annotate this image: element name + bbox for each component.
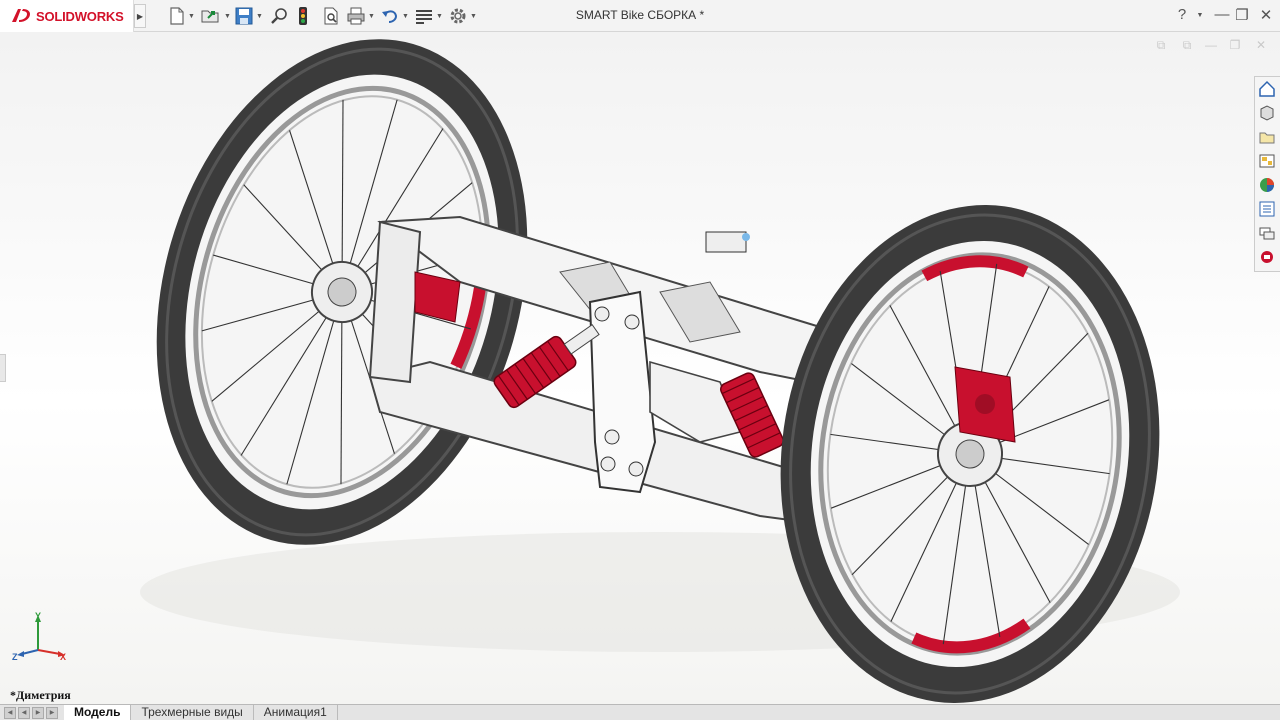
print-button[interactable]: ▼ [346, 5, 375, 27]
left-wheel [156, 39, 528, 545]
save-icon [235, 7, 253, 25]
restore-button[interactable]: ❐ [1232, 6, 1252, 24]
close-button[interactable]: ✕ [1256, 6, 1276, 24]
first-tab-icon[interactable]: ◀ [4, 706, 16, 719]
zoom-button[interactable] [270, 5, 290, 27]
options-button[interactable]: ▼ [448, 5, 477, 27]
help-button[interactable]: ? [1172, 6, 1192, 23]
ds-logo-icon [12, 9, 30, 22]
triad-y-label: Y [35, 611, 42, 621]
save-button[interactable]: ▼ [234, 5, 263, 27]
new-document-icon [170, 7, 184, 25]
new-document-button[interactable]: ▼ [168, 5, 195, 27]
logo-text: SOLIDWORKS [36, 8, 124, 24]
prev-tab-icon[interactable]: ◀ [18, 706, 30, 719]
feature-manager-toggle[interactable] [0, 354, 6, 382]
print-preview-icon [324, 7, 338, 25]
appearances-icon[interactable] [1255, 173, 1279, 197]
minimize-icon: — [1214, 6, 1230, 23]
forum-icon[interactable] [1255, 221, 1279, 245]
last-tab-icon[interactable]: ▶ [46, 706, 58, 719]
triad-z-label: Z [12, 652, 18, 662]
select-icon [416, 10, 432, 24]
select-button[interactable]: ▼ [414, 5, 443, 27]
custom-properties-icon[interactable] [1255, 197, 1279, 221]
task-pane [1254, 76, 1280, 272]
print-preview-button[interactable] [322, 5, 340, 27]
restore-icon: ❐ [1235, 7, 1249, 24]
tab-animation1[interactable]: Анимация1 [253, 705, 338, 720]
options-gear-icon [450, 8, 466, 24]
menu-flyout-button[interactable]: ▶ [134, 4, 146, 28]
close-icon: ✕ [1259, 7, 1273, 24]
open-icon [201, 10, 219, 23]
bike-assembly-model[interactable] [0, 32, 1280, 704]
traffic-light-icon [299, 7, 307, 25]
view-palette-icon[interactable] [1255, 149, 1279, 173]
undo-button[interactable]: ▼ [380, 5, 409, 27]
tab-model[interactable]: Модель [64, 705, 132, 720]
zoom-icon [271, 8, 287, 24]
undo-icon [382, 10, 398, 23]
bottom-tab-bar: ◀ ◀ ▶ ▶ Модель Трехмерные виды Анимация1 [0, 704, 1280, 720]
rebuild-button[interactable] [296, 5, 310, 27]
tab-3d-views[interactable]: Трехмерные виды [131, 705, 254, 720]
solidworks-logo[interactable]: SOLIDWORKS [0, 0, 134, 32]
help-icon: ? [1177, 6, 1187, 23]
print-icon [347, 7, 365, 25]
3d-parts-icon[interactable] [1255, 101, 1279, 125]
next-tab-icon[interactable]: ▶ [32, 706, 44, 719]
tab-navigation: ◀ ◀ ▶ ▶ [0, 705, 64, 720]
graphics-area[interactable]: ⧉ ⧉ — ❐ ✕ Y X Z *Диметрия [0, 32, 1280, 704]
title-bar: SOLIDWORKS ▶ ▼ ▼ ▼ ▼ ▼ ▼ ▼ SMART Bike СБ… [0, 0, 1280, 32]
minimize-button[interactable]: — [1212, 6, 1232, 23]
right-caliper [954, 366, 1016, 443]
home-icon[interactable] [1255, 77, 1279, 101]
addin-icon[interactable] [1255, 245, 1279, 269]
help-dropdown[interactable]: ▼ [1190, 12, 1210, 19]
open-button[interactable]: ▼ [200, 5, 231, 27]
file-explorer-icon[interactable] [1255, 125, 1279, 149]
triad-x-label: X [60, 652, 67, 662]
view-orientation-label: *Диметрия [10, 688, 71, 702]
